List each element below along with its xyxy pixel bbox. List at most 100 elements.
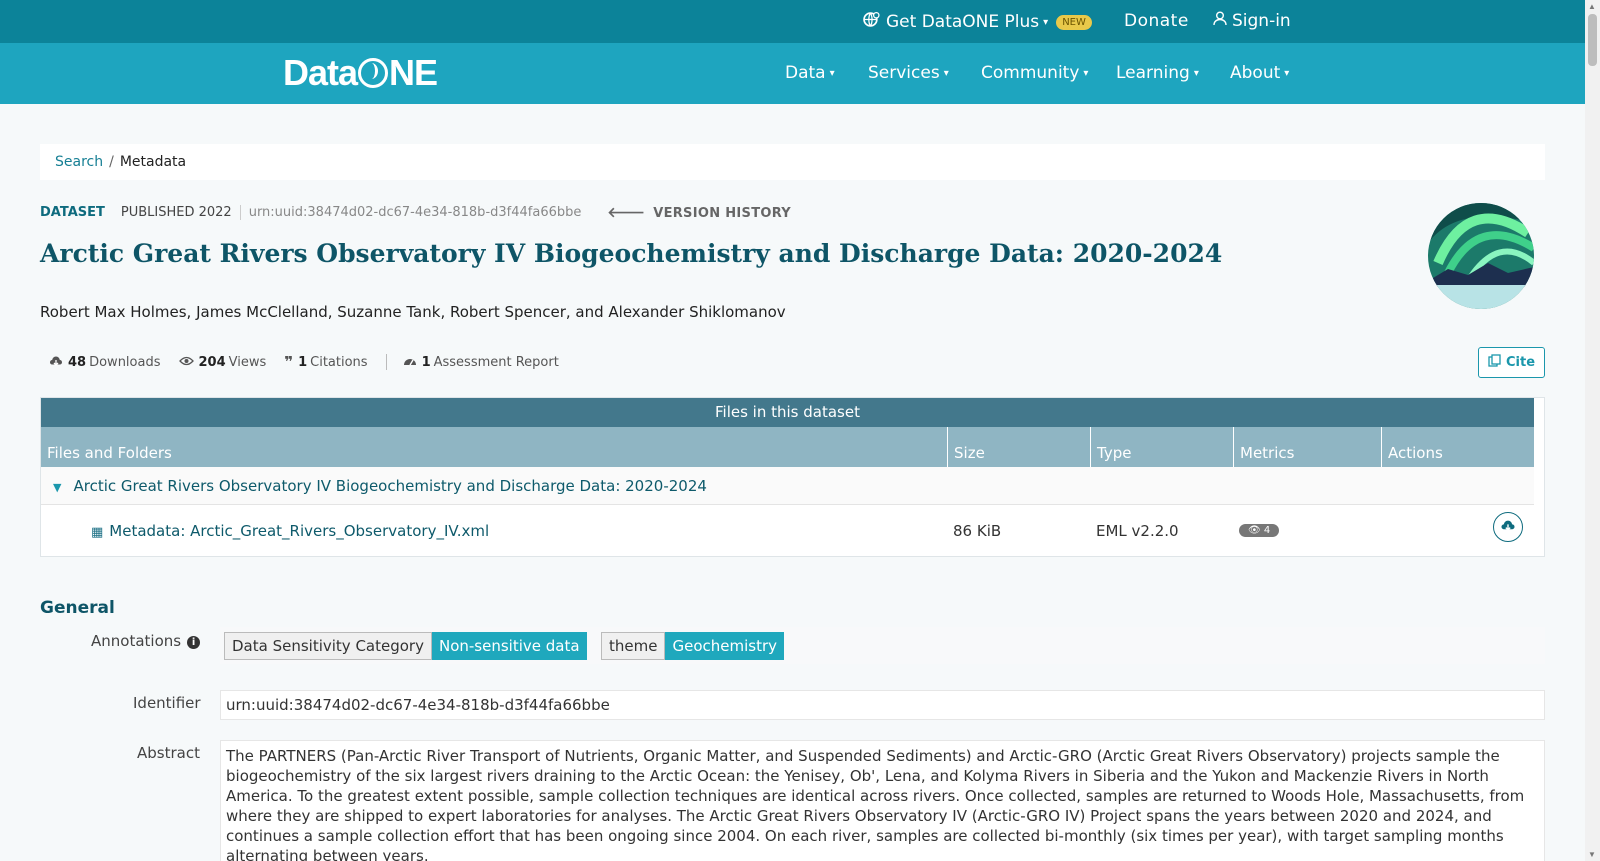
folder-name: Arctic Great Rivers Observatory IV Bioge…	[73, 477, 707, 495]
folder-row[interactable]: ▼ Arctic Great Rivers Observatory IV Biog…	[41, 467, 1534, 505]
column-actions: Actions	[1388, 444, 1443, 462]
nav-data[interactable]: Data ▾	[785, 63, 835, 83]
stats-divider	[385, 354, 387, 370]
file-name-link[interactable]: ▦ Metadata: Arctic_Great_Rivers_Observato…	[91, 522, 489, 540]
annotation-key: theme	[601, 632, 666, 660]
files-table-header: Files in this dataset	[41, 398, 1534, 427]
column-type[interactable]: Type	[1091, 427, 1234, 467]
column-files-and-folders[interactable]: Files and Folders	[41, 427, 948, 467]
new-badge: NEW	[1056, 14, 1092, 30]
dataone-logo[interactable]: Data NE	[283, 52, 438, 94]
table-row: ▦ Metadata: Arctic_Great_Rivers_Observato…	[41, 506, 1534, 556]
download-button[interactable]	[1493, 512, 1523, 542]
file-size: 86 KiB	[953, 522, 1002, 540]
nav-services[interactable]: Services ▾	[868, 63, 949, 83]
file-name: Metadata: Arctic_Great_Rivers_Observator…	[109, 522, 490, 540]
cloud-download-icon	[1500, 519, 1516, 536]
downloads-stat: 48 Downloads	[49, 355, 161, 370]
annotation-value: Non-sensitive data	[431, 632, 587, 660]
chevron-down-icon: ▾	[1284, 67, 1290, 79]
published-date: PUBLISHED 2022	[121, 205, 241, 220]
globe-gear-icon	[863, 11, 880, 33]
logo-text-ne: NE	[389, 52, 438, 93]
citations-stat[interactable]: ❞ 1 Citations	[284, 353, 367, 371]
eye-icon	[178, 355, 194, 369]
annotations-label-text: Annotations	[91, 632, 182, 650]
nav-data-label: Data	[785, 63, 826, 83]
files-table: Files in this dataset Files and Folders …	[40, 397, 1545, 557]
column-size[interactable]: Size	[948, 427, 1091, 467]
files-table-columns: Files and Folders Size Type Metrics Acti…	[41, 427, 1534, 467]
dataset-authors: Robert Max Holmes, James McClelland, Suz…	[40, 303, 786, 321]
assessment-stat[interactable]: 1 Assessment Report	[403, 355, 559, 370]
page-scrollbar[interactable]: ▲ ▼	[1585, 0, 1600, 861]
identifier-value: urn:uuid:38474d02-dc67-4e34-818b-d3f44fa…	[220, 690, 1545, 720]
nav-community-label: Community	[981, 63, 1080, 83]
dataset-title: Arctic Great Rivers Observatory IV Bioge…	[40, 239, 1223, 268]
assessment-count: 1	[421, 354, 431, 370]
gauge-icon	[403, 355, 417, 370]
annotation-pill[interactable]: theme Geochemistry	[601, 632, 784, 660]
scroll-down-arrow-icon[interactable]: ▼	[1588, 850, 1596, 859]
logo-globe-icon	[358, 58, 389, 88]
views-label: Views	[228, 354, 267, 370]
scrollbar-thumb[interactable]	[1588, 14, 1597, 66]
cloud-download-icon	[49, 355, 63, 370]
user-icon	[1213, 11, 1227, 31]
dataset-identifier: urn:uuid:38474d02-dc67-4e34-818b-d3f44fa…	[248, 205, 582, 220]
chevron-down-icon: ▾	[943, 67, 949, 79]
abstract-label: Abstract	[137, 744, 200, 762]
sign-in-link[interactable]: Sign-in	[1213, 11, 1291, 31]
file-type: EML v2.2.0	[1096, 522, 1179, 540]
dataset-portal-logo[interactable]	[1428, 203, 1534, 309]
views-metric-count: 4	[1263, 525, 1271, 536]
cite-label: Cite	[1505, 355, 1536, 370]
citations-label: Citations	[310, 354, 368, 370]
identifier-label: Identifier	[133, 694, 201, 712]
main-navbar: Data NE Data ▾ Services ▾ Community ▾ Learn…	[0, 43, 1585, 104]
nav-about[interactable]: About ▾	[1230, 63, 1289, 83]
dataset-type-label: DATASET	[40, 205, 105, 220]
annotations-label: Annotations i	[91, 632, 201, 650]
donate-link[interactable]: Donate	[1124, 11, 1189, 31]
annotation-key: Data Sensitivity Category	[224, 632, 432, 660]
get-dataone-plus-link[interactable]: Get DataONE Plus ▾ NEW	[863, 11, 1092, 33]
breadcrumb-search-link[interactable]: Search	[55, 154, 103, 170]
quote-icon: ❞	[284, 353, 294, 371]
general-section-title: General	[40, 598, 115, 618]
eye-icon: 👁	[1248, 525, 1264, 536]
table-icon: ▦	[91, 525, 104, 540]
nav-services-label: Services	[868, 63, 940, 83]
views-stat: 204 Views	[178, 354, 267, 370]
annotation-pill[interactable]: Data Sensitivity Category Non-sensitive d…	[224, 632, 587, 660]
logo-text-data: Data	[283, 52, 358, 93]
assessment-label: Assessment Report	[433, 354, 559, 370]
version-history-link[interactable]: 🡐 VERSION HISTORY	[607, 204, 791, 221]
annotations-container: Data Sensitivity Category Non-sensitive d…	[220, 627, 1545, 664]
chevron-down-icon: ▾	[1193, 67, 1199, 79]
info-icon[interactable]: i	[187, 636, 201, 649]
scroll-up-arrow-icon[interactable]: ▲	[1588, 2, 1596, 11]
cite-button[interactable]: Cite	[1478, 347, 1545, 378]
chevron-down-icon: ▾	[829, 67, 835, 79]
top-utility-bar: Get DataONE Plus ▾ NEW Donate Sign-in	[0, 0, 1585, 43]
nav-learning-label: Learning	[1116, 63, 1190, 83]
arrow-left-icon: 🡐	[607, 205, 646, 221]
get-dataone-plus-label: Get DataONE Plus	[886, 12, 1040, 32]
annotation-value: Geochemistry	[665, 632, 784, 660]
dataset-stats: 48 Downloads 204 Views ❞ 1 Citations 1 Asses…	[49, 353, 577, 371]
views-count: 204	[198, 354, 226, 370]
chevron-down-icon: ▾	[1083, 67, 1089, 79]
downloads-label: Downloads	[89, 354, 161, 370]
version-history-label: VERSION HISTORY	[653, 206, 792, 221]
nav-community[interactable]: Community ▾	[981, 63, 1088, 83]
breadcrumb: Search / Metadata	[40, 144, 1545, 180]
abstract-text: The PARTNERS (Pan-Arctic River Transport…	[220, 740, 1545, 861]
sign-in-label: Sign-in	[1232, 11, 1291, 31]
chevron-down-icon: ▾	[1043, 16, 1049, 28]
nav-learning[interactable]: Learning ▾	[1116, 63, 1199, 83]
copy-icon	[1488, 354, 1501, 371]
column-metrics[interactable]: Metrics	[1234, 427, 1382, 467]
downloads-count: 48	[68, 354, 87, 370]
caret-down-icon[interactable]: ▼	[53, 481, 61, 494]
